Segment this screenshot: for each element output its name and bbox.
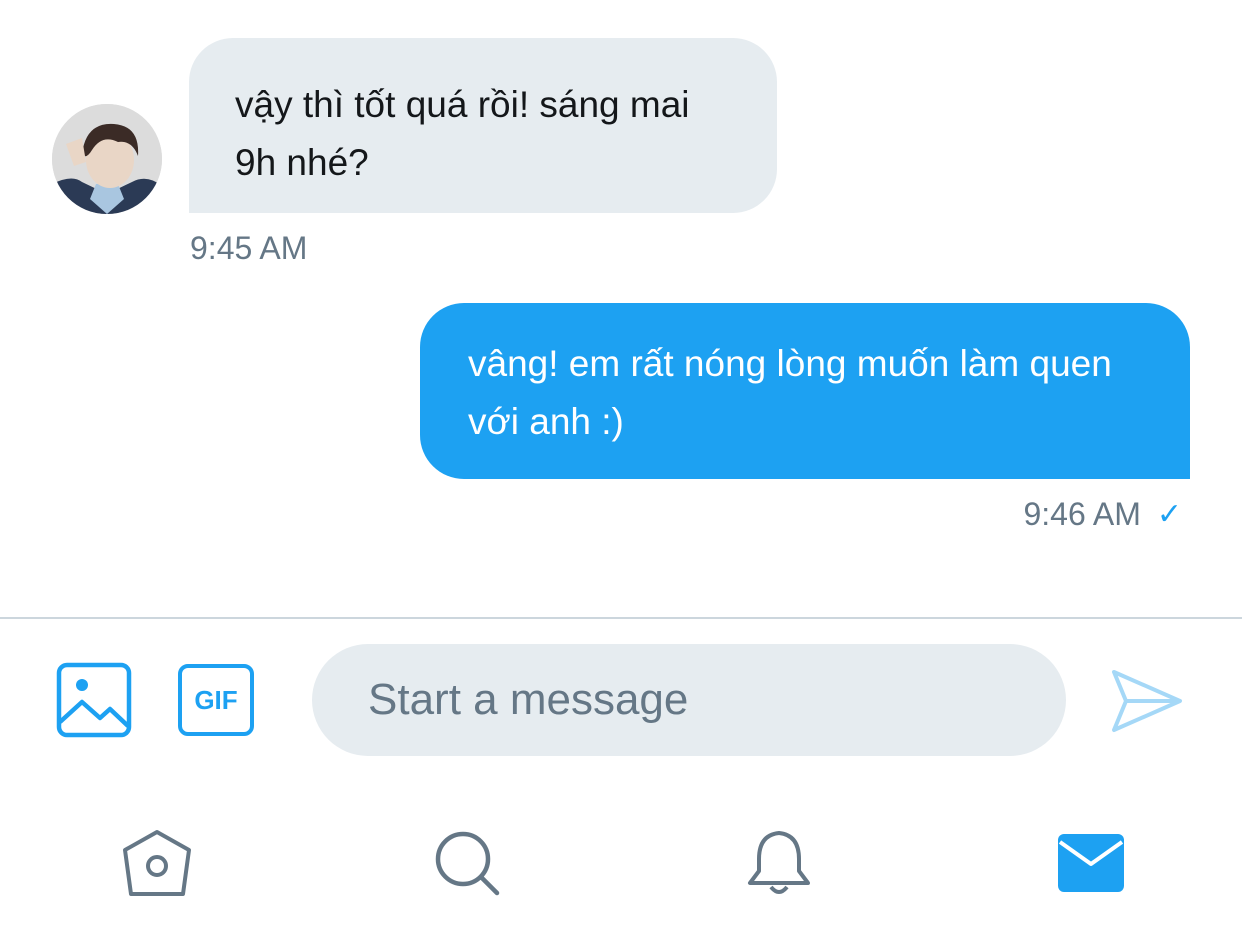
incoming-message-text: vậy thì tốt quá rồi! sáng mai 9h nhé? <box>235 84 690 183</box>
gif-icon: GIF <box>178 664 254 736</box>
composer-divider <box>0 617 1242 619</box>
tab-search[interactable] <box>426 822 508 904</box>
tab-notifications[interactable] <box>738 822 820 904</box>
message-input[interactable] <box>312 644 1066 756</box>
outgoing-message-timestamp: 9:46 AM <box>1023 496 1141 532</box>
add-gif-button[interactable]: GIF <box>178 662 254 738</box>
dm-conversation-screen: vậy thì tốt quá rồi! sáng mai 9h nhé? 9:… <box>0 0 1242 946</box>
notifications-bell-icon <box>748 831 810 894</box>
home-icon <box>123 830 191 896</box>
outgoing-message-text: vâng! em rất nóng lòng muốn làm quen với… <box>468 343 1112 442</box>
add-image-button[interactable] <box>56 662 132 738</box>
image-icon <box>56 662 132 738</box>
send-icon <box>1112 670 1182 732</box>
send-button[interactable] <box>1108 666 1186 736</box>
outgoing-message-meta: 9:46 AM ✓ <box>1023 496 1182 533</box>
avatar[interactable] <box>52 104 162 214</box>
avatar-image <box>52 104 162 214</box>
gif-label: GIF <box>194 684 238 715</box>
messages-envelope-icon <box>1058 834 1124 892</box>
incoming-message-timestamp: 9:45 AM <box>190 230 308 266</box>
sent-check-icon: ✓ <box>1156 498 1182 531</box>
outgoing-message-bubble[interactable]: vâng! em rất nóng lòng muốn làm quen với… <box>420 303 1190 479</box>
tab-home[interactable] <box>116 822 198 904</box>
incoming-message-bubble[interactable]: vậy thì tốt quá rồi! sáng mai 9h nhé? <box>189 38 777 213</box>
tab-messages[interactable] <box>1050 822 1132 904</box>
search-icon <box>435 831 500 896</box>
